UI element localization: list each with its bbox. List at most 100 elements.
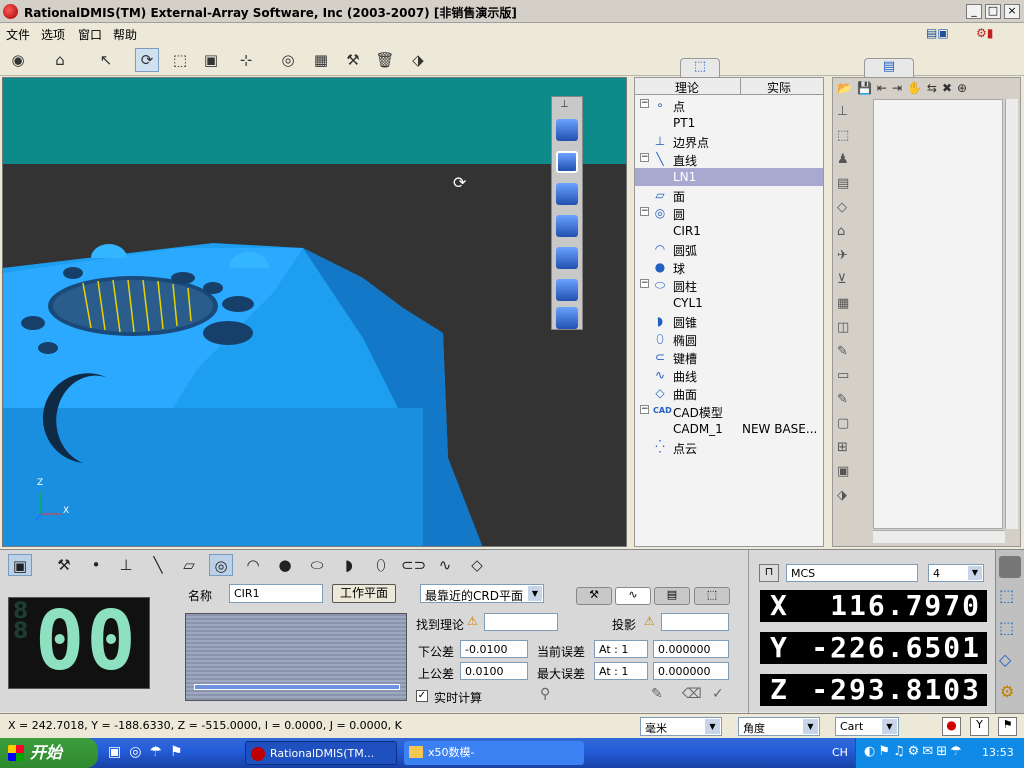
menu-help[interactable]: 帮助 [113,26,137,43]
tree-item[interactable]: ◗ 圆锥 [635,312,823,330]
table-tab-icon[interactable]: ▤ [654,587,690,605]
gear-icon[interactable]: ⚙ [1000,682,1014,701]
auto-feature-icon[interactable]: ⚒ [52,554,76,576]
probe-icon[interactable]: ◉ [6,48,30,72]
tree-expand-icon[interactable]: − [640,405,649,414]
program-editor[interactable] [873,99,1003,529]
model-tab-icon[interactable]: ⬚ [694,587,730,605]
projection-field[interactable] [661,613,729,631]
tree-item[interactable]: CYL1 [635,294,823,312]
feature-tab-icon[interactable]: ⬚ [680,58,720,78]
tree-item[interactable]: CADM_1 NEW BASE... [635,420,823,438]
density-slider[interactable] [194,684,400,690]
tree-item[interactable]: − ⬭ 圆柱 [635,276,823,294]
tree-item[interactable]: LN1 [635,168,823,186]
task-folder[interactable]: x50数模- [404,741,584,765]
program-side-toolbar[interactable]: ⊥ ⬚ ♟ ▤ ◇ ⌂ ✈ ⊻ ▦ ◫ ✎ ▭ ✎ ▢ ⊞ ▣ ⬗ [837,100,859,530]
view-select-active-icon[interactable] [556,151,578,173]
tree-expand-icon[interactable]: − [640,153,649,162]
tree-item[interactable]: ⁛ 点云 [635,438,823,456]
probe-tab-icon[interactable]: ⚒ [576,587,612,605]
wave-tab-icon[interactable]: ∿ [615,587,651,605]
lower-tol-field[interactable]: -0.0100 [460,640,528,658]
edge-point-feature-icon[interactable]: ⊥ [114,554,138,576]
coord-type-chevron-icon[interactable]: ▼ [882,719,897,734]
decimals-chevron-icon[interactable]: ▼ [968,566,982,580]
header-actual[interactable]: 实际 [767,79,791,96]
point-feature-icon[interactable]: • [84,554,108,576]
pin-icon[interactable]: ⊥ [560,99,569,110]
ellipse-feature-icon[interactable]: ⬯ [369,554,393,576]
confirm-icon[interactable]: ✓ [712,686,724,702]
cad-model-view[interactable]: ⟳ [3,78,627,547]
task-rationaldmis[interactable]: RationalDMIS(TM... [245,741,397,765]
erase-icon[interactable]: ⌫ [682,686,702,702]
tree-expand-icon[interactable]: − [640,99,649,108]
rotate-icon[interactable]: ⟳ [135,48,159,72]
name-field[interactable]: CIR1 [229,584,323,603]
tree-item[interactable]: − CAD CAD模型 [635,402,823,420]
program-hscrollbar[interactable] [873,530,1005,543]
tree-item[interactable]: ⬯ 椭圆 [635,330,823,348]
slot-feature-icon[interactable]: ⊂⊃ [401,554,426,576]
realtime-checkbox[interactable]: ✓ [416,690,428,702]
select-feature-icon[interactable]: ⬗ [406,48,430,72]
chevron-down-icon[interactable]: ▼ [528,586,542,601]
close-button[interactable]: × [1004,4,1020,19]
workplane-button[interactable]: 工作平面 [332,584,396,603]
status-flag-icon[interactable]: ⚑ [998,717,1017,736]
tree-item[interactable]: ⊂ 键槽 [635,348,823,366]
tree-item[interactable]: ◠ 圆弧 [635,240,823,258]
line-feature-icon[interactable]: ╲ [146,554,170,576]
minimize-button[interactable]: _ [966,4,982,19]
coord-system-field[interactable]: MCS [786,564,918,582]
angle-select[interactable]: 角度 ▼ [738,717,820,736]
tree-item[interactable]: ▱ 面 [635,186,823,204]
eye-icon[interactable]: ◎ [276,48,300,72]
program-toolbar[interactable]: 📂💾⇤⇥✋⇆✖⊕ [837,81,1017,97]
coord-type-select[interactable]: Cart ▼ [835,717,899,736]
dro-part-icon-3[interactable]: ◇ [999,650,1011,669]
plane-feature-icon[interactable]: ▱ [177,554,201,576]
tree-item[interactable]: CIR1 [635,222,823,240]
tree-item[interactable]: PT1 [635,114,823,132]
view-side-icon[interactable] [556,247,578,269]
tree-item[interactable]: − ∘ 点 [635,96,823,114]
edit-icon[interactable]: ✎ [651,686,663,702]
angle-chevron-icon[interactable]: ▼ [803,719,818,734]
delete-icon[interactable]: 🗑 [373,48,397,72]
quicklaunch-icons[interactable]: ▣◎☂⚑ [108,744,191,760]
tree-item[interactable]: ● 球 [635,258,823,276]
pointer-icon[interactable]: ↖ [94,48,118,72]
color-icon[interactable]: ▦ [309,48,333,72]
menu-window[interactable]: 窗口 [78,26,102,43]
cone-feature-icon[interactable]: ◗ [337,554,361,576]
tree-item[interactable]: ∿ 曲线 [635,366,823,384]
cylinder-feature-icon[interactable]: ⬭ [305,554,329,576]
unit-chevron-icon[interactable]: ▼ [705,719,720,734]
decimals-select[interactable]: 4 ▼ [928,564,984,582]
home-icon[interactable]: ⌂ [48,48,72,72]
curve-feature-icon[interactable]: ∿ [433,554,457,576]
machine-icon[interactable]: ⚙▮ [976,26,1006,42]
header-theory[interactable]: 理论 [675,79,699,96]
point-density-area[interactable] [185,613,407,701]
tree-item[interactable]: − ╲ 直线 [635,150,823,168]
view-select-icon[interactable] [556,119,578,141]
tree-expand-icon[interactable]: − [640,207,649,216]
view-iso-icon[interactable] [556,279,578,301]
cad-viewport[interactable]: ⟳ Z X [2,77,627,547]
view-top-icon[interactable] [556,215,578,237]
menu-options[interactable]: 选项 [41,26,65,43]
sphere-feature-icon[interactable]: ● [273,554,297,576]
tree-expand-icon[interactable]: − [640,279,649,288]
dro-part-icon-1[interactable]: ⬚ [999,586,1014,605]
tool-icon[interactable]: ⚒ [341,48,365,72]
input-language[interactable]: CH [832,746,848,759]
tree-item[interactable]: ⊥ 边界点 [635,132,823,150]
dro-part-icon-2[interactable]: ⬚ [999,618,1014,637]
program-tab-icon[interactable]: ▤ [864,58,914,78]
tray-icons[interactable]: ◐⚑♫⚙✉⊞☂ [864,744,965,759]
program-scrollbar[interactable] [1005,99,1018,529]
probe-tip-icon[interactable]: ⚲ [540,686,550,702]
